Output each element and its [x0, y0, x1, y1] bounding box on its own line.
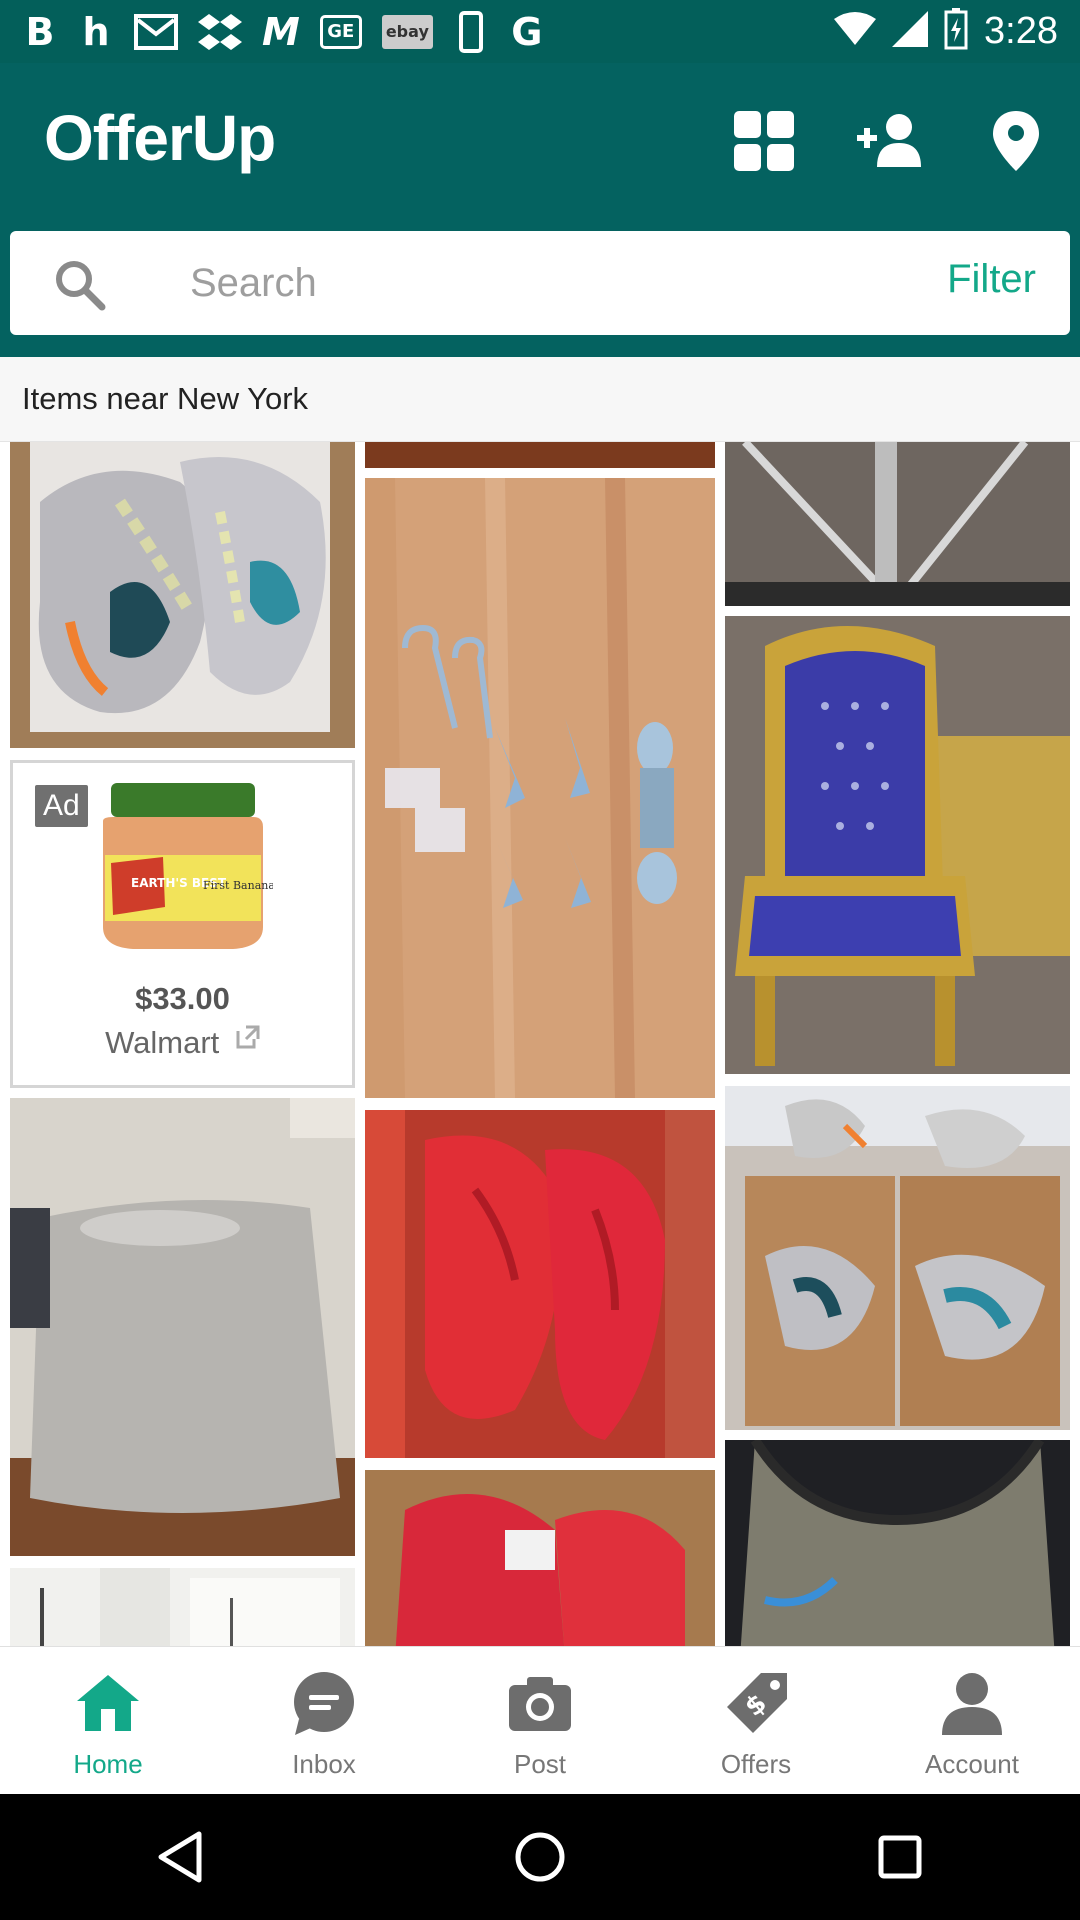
item-photo [10, 1568, 355, 1646]
recents-square-icon [878, 1835, 922, 1879]
nav-post-label: Post [513, 1749, 567, 1779]
item-photo [365, 478, 715, 1098]
add-user-icon [857, 114, 921, 167]
dropbox-icon [198, 12, 242, 52]
item-photo [10, 442, 355, 748]
location-pin-icon [993, 111, 1039, 171]
nav-home-label: Home [73, 1749, 143, 1779]
section-title: Items near New York [22, 381, 309, 416]
nav-post[interactable]: Post [432, 1647, 648, 1794]
nav-offers[interactable]: $ Offers [648, 1647, 864, 1794]
item-tile-paper-item[interactable] [10, 1568, 355, 1646]
h-icon: h [82, 9, 110, 54]
item-photo [725, 442, 1070, 606]
search-bar[interactable]: Filter [10, 231, 1070, 335]
item-tile-sneakers-yeezy[interactable] [10, 442, 355, 748]
nav-inbox-label: Inbox [292, 1749, 356, 1779]
mail-icon [134, 12, 178, 52]
signal-icon [892, 11, 929, 52]
ad-badge: Ad [35, 785, 88, 827]
grid-view-button[interactable] [726, 103, 802, 179]
item-tile-tank-top[interactable] [725, 1440, 1070, 1646]
price-tag-icon: $ [727, 1673, 787, 1733]
home-circle-icon [515, 1832, 565, 1882]
ebay-icon: ebay [381, 14, 433, 49]
nav-inbox[interactable]: Inbox [216, 1647, 432, 1794]
add-friend-button[interactable] [852, 103, 928, 179]
person-icon [942, 1673, 1002, 1735]
items-feed[interactable]: Ad EARTH'S BEST First Bananas $33.00 Wal… [0, 442, 1080, 1646]
recents-button[interactable] [865, 1822, 935, 1892]
home-icon [77, 1675, 139, 1731]
battery-icon [944, 8, 968, 55]
ad-product-image: EARTH'S BEST First Bananas [103, 783, 273, 949]
item-tile-throne-chair[interactable] [725, 616, 1070, 1074]
item-tile-metal-frame[interactable] [725, 442, 1070, 606]
external-link-icon [236, 1025, 260, 1049]
m-icon: M [262, 9, 300, 54]
ad-store-name: Walmart [105, 1025, 220, 1060]
chat-bubble-icon [294, 1672, 354, 1735]
system-navigation-bar [0, 1794, 1080, 1920]
nav-account-label: Account [925, 1749, 1019, 1779]
notification-icons: B h M GE ebay G [22, 9, 545, 54]
nav-account[interactable]: Account [864, 1647, 1080, 1794]
clock: 3:28 [984, 10, 1058, 52]
home-system-button[interactable] [505, 1822, 575, 1892]
item-photo [365, 1470, 715, 1646]
ge-icon: GE [319, 14, 362, 49]
item-tile-hooks-knobs[interactable] [365, 478, 715, 1098]
ad-price: $33.00 [135, 981, 230, 1016]
grid-icon [734, 111, 794, 171]
ad-card[interactable]: Ad EARTH'S BEST First Bananas $33.00 Wal… [10, 760, 355, 1088]
item-tile-mattress[interactable] [10, 1098, 355, 1556]
status-right: 3:28 [834, 8, 1058, 55]
camera-icon [509, 1677, 571, 1731]
item-photo [725, 616, 1070, 1074]
nav-offers-label: Offers [720, 1749, 792, 1779]
item-photo [10, 1098, 355, 1556]
item-tile-yeezy-boxes[interactable] [725, 1086, 1070, 1430]
item-tile-wood-strip[interactable] [365, 442, 715, 468]
item-photo [725, 1086, 1070, 1430]
g-icon: G [511, 9, 543, 54]
back-triangle-icon [158, 1831, 202, 1883]
app-header: OfferUp Filter [0, 63, 1080, 357]
section-header: Items near New York [0, 357, 1080, 442]
filter-button[interactable]: Filter [947, 257, 1036, 302]
wifi-icon [834, 11, 877, 52]
item-photo [725, 1440, 1070, 1646]
search-input[interactable] [190, 253, 910, 313]
location-button[interactable] [978, 103, 1054, 179]
ad-store-link[interactable]: Walmart [13, 1025, 352, 1061]
search-icon [56, 261, 106, 311]
status-bar: B h M GE ebay G 3:28 [0, 0, 1080, 63]
back-button[interactable] [145, 1822, 215, 1892]
item-photo [365, 442, 715, 468]
item-tile-red-sneakers-2[interactable] [365, 1470, 715, 1646]
b-icon: B [25, 9, 55, 54]
app-logo: OfferUp [44, 102, 276, 174]
bottom-navigation: Home Inbox Post $ Offers Account [0, 1646, 1080, 1794]
nav-home[interactable]: Home [0, 1647, 216, 1794]
svg-text:First Bananas: First Bananas [203, 879, 273, 892]
item-tile-red-sneakers[interactable] [365, 1110, 715, 1458]
phone-icon [453, 10, 489, 53]
item-photo [365, 1110, 715, 1458]
